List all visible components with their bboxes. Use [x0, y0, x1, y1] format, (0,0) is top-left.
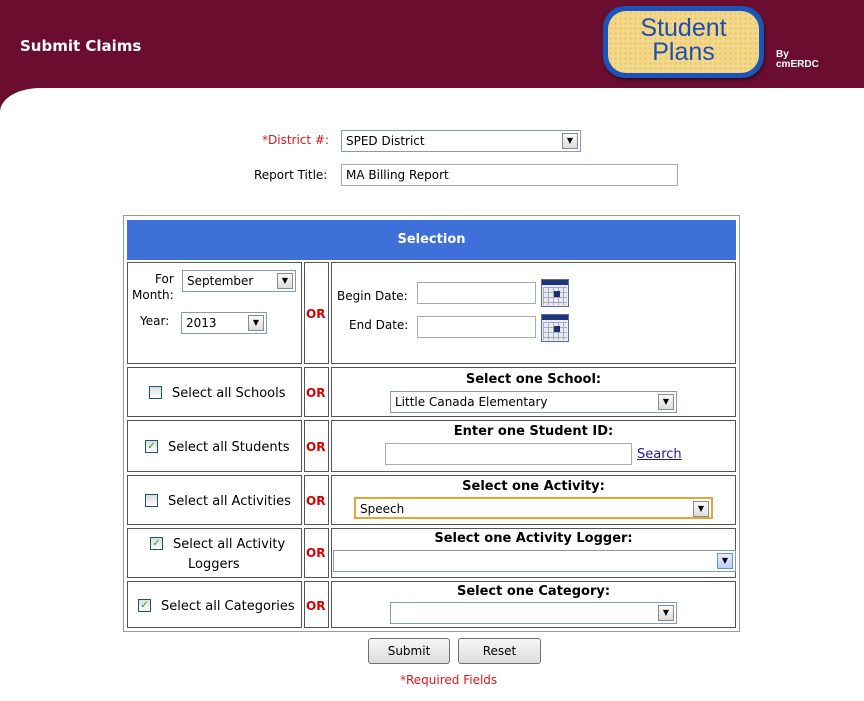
activity-value: Speech	[360, 502, 405, 516]
month-value: September	[187, 274, 254, 288]
select-all-categories-checkbox[interactable]: ✓	[138, 599, 151, 612]
district-value: SPED District	[346, 134, 425, 148]
logo-line-1: Student	[640, 14, 727, 42]
activity-select[interactable]: Speech ▼	[354, 497, 713, 519]
search-link[interactable]: Search	[637, 447, 682, 462]
select-all-students-label: Select all Students	[168, 440, 290, 455]
year-label: Year:	[140, 314, 170, 328]
begin-date-input[interactable]	[417, 282, 536, 304]
select-all-activities-label: Select all Activities	[168, 494, 291, 509]
or-label: OR	[306, 599, 326, 613]
selection-header: Selection	[127, 220, 736, 260]
month-select[interactable]: September ▼	[182, 270, 296, 292]
report-title-label: Report Title:	[254, 168, 328, 182]
select-logger-title: Select one Activity Logger:	[434, 531, 633, 546]
chevron-down-icon[interactable]: ▼	[248, 315, 264, 331]
school-select[interactable]: Little Canada Elementary ▼	[390, 391, 677, 413]
month-label: Month:	[132, 288, 174, 302]
select-all-schools-checkbox[interactable]	[149, 386, 162, 399]
district-label: *District #:	[262, 133, 330, 147]
select-all-schools-label: Select all Schools	[172, 386, 286, 401]
select-all-categories-label: Select all Categories	[161, 599, 295, 614]
begin-date-label: Begin Date:	[337, 289, 408, 303]
school-value: Little Canada Elementary	[395, 395, 548, 409]
date-range-cell	[331, 262, 736, 364]
student-id-input[interactable]	[385, 443, 632, 465]
district-select[interactable]: SPED District ▼	[341, 130, 581, 152]
chevron-down-icon[interactable]: ▼	[717, 553, 733, 569]
select-activity-title: Select one Activity:	[462, 479, 605, 494]
for-label: For	[155, 272, 174, 286]
select-school-title: Select one School:	[465, 372, 602, 387]
header-curve	[0, 88, 60, 112]
required-fields-note: *Required Fields	[400, 673, 498, 687]
submit-button[interactable]: Submit	[368, 638, 450, 664]
select-all-loggers-checkbox[interactable]: ✓	[150, 537, 163, 550]
vendor-name: cmERDC	[776, 59, 819, 70]
report-title-input[interactable]: MA Billing Report	[341, 164, 678, 186]
logger-select[interactable]: ▼	[333, 550, 736, 572]
select-all-loggers-label-2: Loggers	[188, 557, 240, 572]
select-all-students-checkbox[interactable]: ✓	[145, 440, 158, 453]
or-label: OR	[306, 494, 326, 508]
or-label: OR	[306, 546, 326, 560]
page-title: Submit Claims	[20, 37, 142, 55]
calendar-icon[interactable]	[541, 314, 569, 342]
chevron-down-icon[interactable]: ▼	[562, 133, 578, 149]
logo-line-2: Plans	[652, 38, 715, 66]
chevron-down-icon[interactable]: ▼	[277, 273, 293, 289]
student-plans-logo: Student Plans	[603, 6, 764, 78]
end-date-input[interactable]	[417, 316, 536, 338]
or-label: OR	[306, 386, 326, 400]
chevron-down-icon[interactable]: ▼	[693, 501, 709, 517]
year-select[interactable]: 2013 ▼	[181, 312, 267, 334]
reset-button[interactable]: Reset	[458, 638, 541, 664]
category-select[interactable]: ▼	[390, 602, 677, 624]
vendor-label: By cmERDC	[776, 50, 819, 70]
or-label: OR	[306, 307, 326, 321]
select-all-activities-checkbox[interactable]	[145, 494, 158, 507]
chevron-down-icon[interactable]: ▼	[658, 605, 674, 621]
select-all-loggers-label-1: Select all Activity	[173, 537, 286, 552]
chevron-down-icon[interactable]: ▼	[658, 394, 674, 410]
calendar-icon[interactable]	[541, 279, 569, 307]
select-category-title: Select one Category:	[456, 584, 611, 599]
year-value: 2013	[186, 316, 217, 330]
or-label: OR	[306, 440, 326, 454]
end-date-label: End Date:	[349, 318, 409, 332]
student-id-title: Enter one Student ID:	[453, 424, 614, 439]
